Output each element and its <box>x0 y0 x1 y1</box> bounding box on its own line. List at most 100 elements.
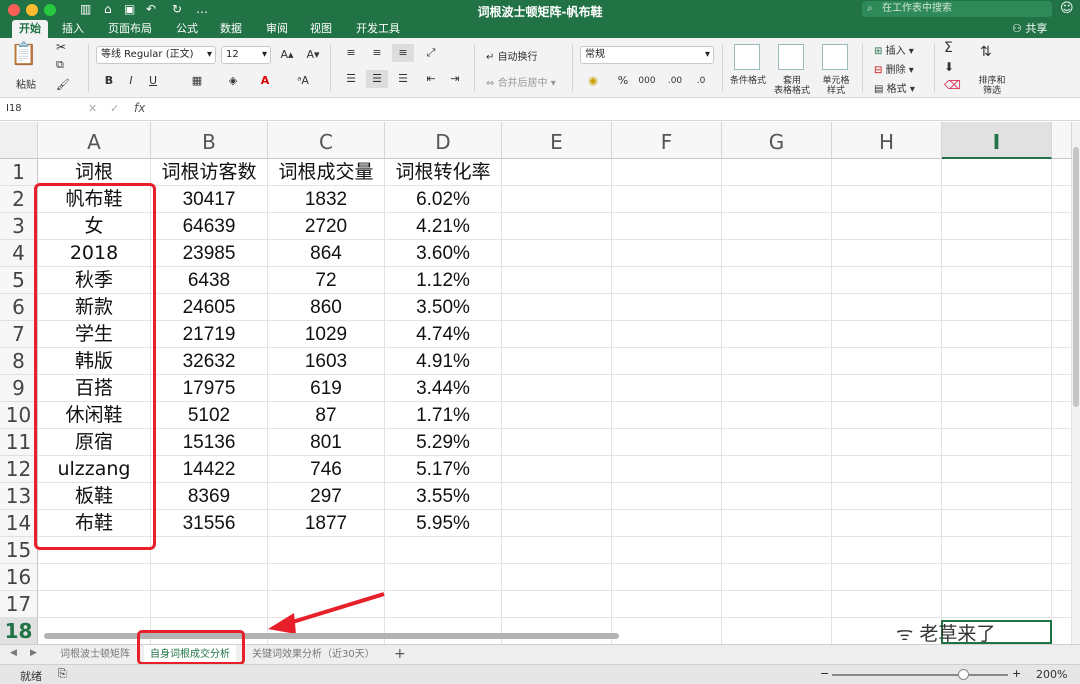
empty-cell[interactable] <box>1052 213 1072 240</box>
empty-cell[interactable] <box>942 510 1052 537</box>
format-as-table-icon[interactable] <box>778 44 804 70</box>
table-header-cell[interactable]: 词根转化率 <box>385 159 502 186</box>
empty-cell[interactable] <box>832 267 942 294</box>
row-header-16[interactable]: 16 <box>0 564 38 591</box>
cut-icon[interactable]: ✂ <box>56 40 66 54</box>
table-cell[interactable]: 休闲鞋 <box>38 402 151 429</box>
table-cell[interactable]: 学生 <box>38 321 151 348</box>
borders-icon[interactable]: ▦ <box>186 72 208 90</box>
row-header-8[interactable]: 8 <box>0 348 38 375</box>
name-box[interactable]: I18 <box>6 103 66 117</box>
cell-styles-label[interactable]: 单元格 样式 <box>814 76 858 96</box>
empty-cell[interactable] <box>942 213 1052 240</box>
empty-cell[interactable] <box>612 483 722 510</box>
table-cell[interactable]: 860 <box>268 294 385 321</box>
empty-cell[interactable] <box>502 186 612 213</box>
empty-cell[interactable] <box>1052 240 1072 267</box>
table-cell[interactable]: 14422 <box>151 456 268 483</box>
empty-cell[interactable] <box>722 186 832 213</box>
vertical-scroll-thumb[interactable] <box>1073 147 1079 407</box>
empty-cell[interactable] <box>942 456 1052 483</box>
table-cell[interactable]: ulzzang <box>38 456 151 483</box>
zoom-in-icon[interactable]: + <box>1012 667 1021 680</box>
empty-cell[interactable] <box>151 591 268 618</box>
macro-record-icon[interactable]: ⎘ <box>58 667 67 681</box>
table-cell[interactable]: 24605 <box>151 294 268 321</box>
empty-cell[interactable] <box>502 483 612 510</box>
align-right-icon[interactable]: ☰ <box>392 70 414 88</box>
align-center-icon[interactable]: ☰ <box>366 70 388 88</box>
empty-cell[interactable] <box>612 564 722 591</box>
table-cell[interactable]: 板鞋 <box>38 483 151 510</box>
table-cell[interactable]: 3.44% <box>385 375 502 402</box>
tab-data[interactable]: 数据 <box>220 20 242 38</box>
table-cell[interactable]: 6438 <box>151 267 268 294</box>
empty-cell[interactable] <box>942 375 1052 402</box>
empty-cell[interactable] <box>1052 564 1072 591</box>
confirm-icon[interactable]: ✓ <box>110 102 119 115</box>
empty-cell[interactable] <box>1052 321 1072 348</box>
empty-cell[interactable] <box>502 537 612 564</box>
empty-cell[interactable] <box>942 186 1052 213</box>
empty-cell[interactable] <box>38 591 151 618</box>
empty-cell[interactable] <box>1052 159 1072 186</box>
table-cell[interactable]: 5.17% <box>385 456 502 483</box>
table-cell[interactable]: 秋季 <box>38 267 151 294</box>
feedback-smiley-icon[interactable]: ☺ <box>1060 1 1074 16</box>
empty-cell[interactable] <box>832 375 942 402</box>
empty-cell[interactable] <box>502 348 612 375</box>
empty-cell[interactable] <box>612 456 722 483</box>
row-header-10[interactable]: 10 <box>0 402 38 429</box>
empty-cell[interactable] <box>832 213 942 240</box>
tab-view[interactable]: 视图 <box>310 20 332 38</box>
column-header-h[interactable]: H <box>832 122 942 159</box>
sheet-tab-3[interactable]: 关键词效果分析（近30天） <box>246 645 381 664</box>
row-header-4[interactable]: 4 <box>0 240 38 267</box>
table-cell[interactable]: 72 <box>268 267 385 294</box>
table-cell[interactable]: 百搭 <box>38 375 151 402</box>
empty-cell[interactable] <box>832 348 942 375</box>
row-header-14[interactable]: 14 <box>0 510 38 537</box>
empty-cell[interactable] <box>722 429 832 456</box>
table-cell[interactable]: 4.21% <box>385 213 502 240</box>
table-cell[interactable]: 801 <box>268 429 385 456</box>
next-sheet-icon[interactable]: ▶ <box>30 648 37 658</box>
row-header-18[interactable]: 18 <box>0 618 38 644</box>
table-cell[interactable]: 17975 <box>151 375 268 402</box>
align-left-icon[interactable]: ☰ <box>340 70 362 88</box>
column-header-g[interactable]: G <box>722 122 832 159</box>
empty-cell[interactable] <box>38 537 151 564</box>
column-header-c[interactable]: C <box>268 122 385 159</box>
table-cell[interactable]: 15136 <box>151 429 268 456</box>
tab-insert[interactable]: 插入 <box>62 20 84 38</box>
copy-icon[interactable]: ⧉ <box>56 58 64 72</box>
empty-cell[interactable] <box>832 510 942 537</box>
number-format-select[interactable]: 常规 ▾ <box>580 46 714 64</box>
empty-cell[interactable] <box>1052 375 1072 402</box>
bold-button[interactable]: B <box>98 72 120 90</box>
table-cell[interactable]: 1603 <box>268 348 385 375</box>
empty-cell[interactable] <box>832 429 942 456</box>
table-cell[interactable]: 2018 <box>38 240 151 267</box>
row-header-1[interactable]: 1 <box>0 159 38 186</box>
empty-cell[interactable] <box>612 402 722 429</box>
table-cell[interactable]: 21719 <box>151 321 268 348</box>
empty-cell[interactable] <box>385 537 502 564</box>
empty-cell[interactable] <box>942 402 1052 429</box>
autosum-icon[interactable]: Σ <box>944 40 953 56</box>
fill-icon[interactable]: ⬇ <box>944 60 954 74</box>
align-top-icon[interactable]: ≡ <box>340 44 362 62</box>
empty-cell[interactable] <box>832 240 942 267</box>
row-header-15[interactable]: 15 <box>0 537 38 564</box>
column-header-d[interactable]: D <box>385 122 502 159</box>
table-cell[interactable]: 5.95% <box>385 510 502 537</box>
table-cell[interactable]: 布鞋 <box>38 510 151 537</box>
empty-cell[interactable] <box>385 618 502 644</box>
table-cell[interactable]: 1877 <box>268 510 385 537</box>
table-cell[interactable]: 1.12% <box>385 267 502 294</box>
table-cell[interactable]: 3.50% <box>385 294 502 321</box>
font-color-icon[interactable]: A <box>254 72 276 90</box>
empty-cell[interactable] <box>151 564 268 591</box>
empty-cell[interactable] <box>722 267 832 294</box>
row-header-2[interactable]: 2 <box>0 186 38 213</box>
